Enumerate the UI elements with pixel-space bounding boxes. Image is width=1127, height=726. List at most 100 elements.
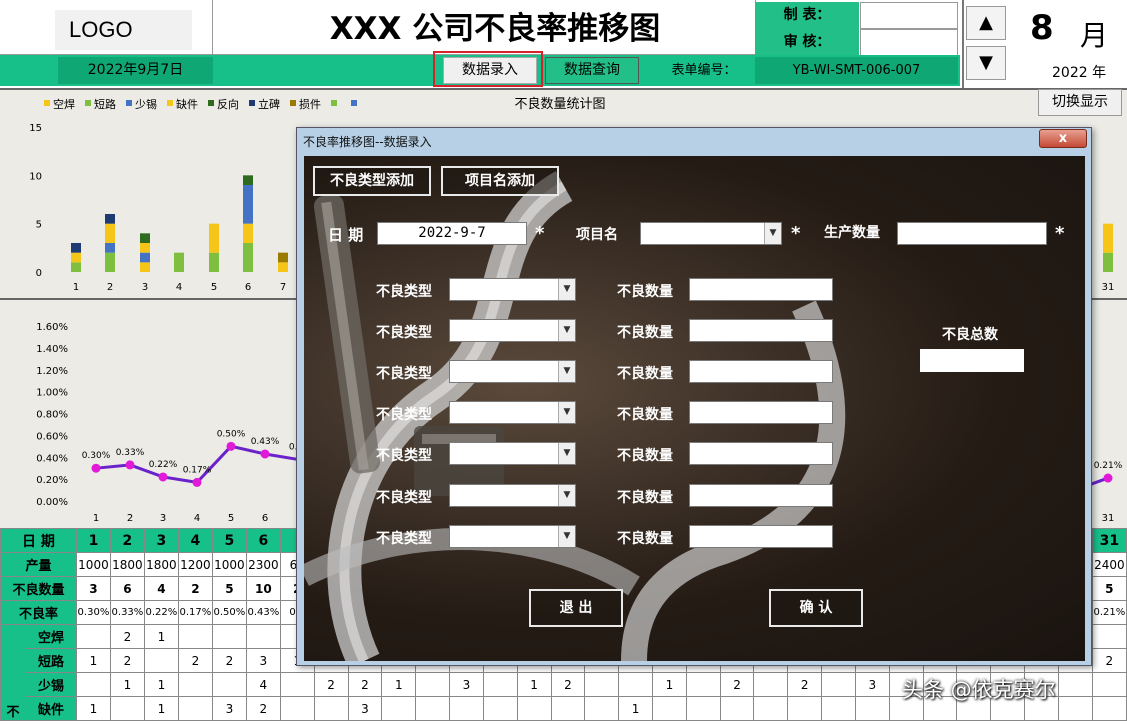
chevron-down-icon: ▼ — [558, 402, 575, 423]
defect-qty-input[interactable] — [689, 401, 833, 424]
table-cell: 0.43% — [245, 600, 281, 625]
table-cell: 1 — [618, 696, 653, 721]
add-item-name-button[interactable]: 项目名添加 — [441, 166, 559, 196]
x-tick-label: 6 — [245, 282, 251, 293]
x-tick-label: 1 — [73, 282, 79, 293]
bar-segment — [243, 223, 253, 243]
defect-type-select[interactable]: ▼ — [449, 360, 576, 383]
table-cell — [482, 672, 518, 697]
data-query-button[interactable]: 数据查询 — [545, 57, 639, 84]
defect-qty-input[interactable] — [689, 278, 833, 301]
legend-label: 反向 — [217, 97, 239, 111]
rate-point — [260, 449, 270, 459]
confirm-button[interactable]: 确 认 — [769, 589, 863, 627]
table-cell: 2 — [1091, 648, 1127, 673]
rate-point — [91, 463, 101, 473]
table-cell — [685, 672, 721, 697]
table-cell: 2 — [177, 576, 213, 601]
legend-swatch — [167, 100, 173, 106]
form-no-label: 表单编号： — [671, 63, 737, 78]
switch-display-button[interactable]: 切换显示 — [1038, 89, 1122, 116]
table-cell: 2 — [109, 624, 145, 649]
required-mark: * — [535, 223, 545, 244]
table-cell: 1 — [143, 696, 179, 721]
x-tick-label: 7 — [280, 282, 286, 293]
defect-type-label: 不良类型 — [376, 448, 432, 464]
month-up-button[interactable]: ▲ — [966, 6, 1006, 40]
rate-point — [226, 441, 236, 451]
defect-qty-input[interactable] — [689, 484, 833, 507]
table-cell: 1 — [651, 672, 687, 697]
defect-type-select[interactable]: ▼ — [449, 401, 576, 424]
legend-swatch — [44, 100, 50, 106]
close-button[interactable]: x — [1039, 129, 1087, 148]
y-tick-label: 1.20% — [36, 366, 68, 377]
item-name-select[interactable]: ▼ — [640, 222, 782, 245]
table-cell — [482, 696, 518, 721]
bar-segment — [174, 252, 184, 272]
month-down-button[interactable]: ▼ — [966, 46, 1006, 80]
y-tick-label: 0.20% — [36, 475, 68, 486]
current-date: 2022年9月7日 — [58, 57, 213, 84]
legend-swatch — [85, 100, 91, 106]
required-mark: * — [1055, 223, 1065, 244]
table-cell — [685, 696, 721, 721]
defect-qty-label: 不良数量 — [617, 448, 673, 464]
table-cell: 3 — [211, 696, 247, 721]
defect-qty-input[interactable] — [689, 319, 833, 342]
table-cell — [245, 624, 281, 649]
table-cell — [177, 672, 213, 697]
y-tick-label: 0.00% — [36, 497, 68, 508]
highlight-outline — [433, 51, 543, 87]
table-cell: 5 — [1091, 576, 1127, 601]
chevron-down-icon: ▼ — [558, 526, 575, 547]
table-cell — [177, 696, 213, 721]
month-unit: 月 — [1080, 19, 1109, 52]
table-cell: 1200 — [177, 552, 213, 577]
chevron-down-icon: ▼ — [558, 279, 575, 300]
row-label: 不良率 — [0, 600, 77, 625]
point-label: 0.21% — [1094, 461, 1123, 471]
chevron-down-icon: ▼ — [558, 361, 575, 382]
maker-field[interactable] — [860, 2, 958, 29]
table-cell: 2 — [211, 648, 247, 673]
defect-type-select[interactable]: ▼ — [449, 278, 576, 301]
table-cell: 4 — [177, 528, 213, 553]
legend-swatch — [331, 100, 337, 106]
reviewer-field[interactable] — [860, 29, 958, 56]
table-cell: 10 — [245, 576, 281, 601]
defect-type-select[interactable]: ▼ — [449, 525, 576, 548]
table-cell — [821, 696, 856, 721]
defect-type-label: 少锡 — [24, 672, 77, 697]
defect-qty-input[interactable] — [689, 442, 833, 465]
legend-swatch — [208, 100, 214, 106]
defect-type-select[interactable]: ▼ — [449, 484, 576, 507]
y-tick-label: 15 — [29, 123, 42, 134]
table-cell — [313, 696, 349, 721]
legend-swatch — [290, 100, 296, 106]
bar-segment — [105, 214, 115, 224]
table-cell: 1 — [381, 672, 417, 697]
table-cell: 1 — [143, 624, 179, 649]
x-tick-label: 4 — [176, 282, 182, 293]
row-label: 产量 — [0, 552, 77, 577]
production-qty-input[interactable] — [897, 222, 1047, 245]
point-label: 0.33% — [116, 448, 145, 458]
date-input[interactable]: 2022-9-7 — [377, 222, 527, 245]
bar-segment — [209, 223, 219, 253]
exit-button[interactable]: 退 出 — [529, 589, 623, 627]
table-cell — [584, 696, 620, 721]
defect-type-select[interactable]: ▼ — [449, 319, 576, 342]
month-value: 8 — [1030, 8, 1054, 48]
table-cell: 3 — [449, 672, 484, 697]
defect-qty-input[interactable] — [689, 360, 833, 383]
add-defect-type-button[interactable]: 不良类型添加 — [313, 166, 431, 196]
table-cell: 1800 — [109, 552, 145, 577]
y-tick-label: 10 — [29, 171, 42, 182]
bar-segment — [105, 252, 115, 272]
total-defects-label: 不良总数 — [942, 327, 998, 343]
defect-type-select[interactable]: ▼ — [449, 442, 576, 465]
table-cell — [415, 696, 451, 721]
table-cell: 2 — [550, 672, 586, 697]
defect-qty-input[interactable] — [689, 525, 833, 548]
